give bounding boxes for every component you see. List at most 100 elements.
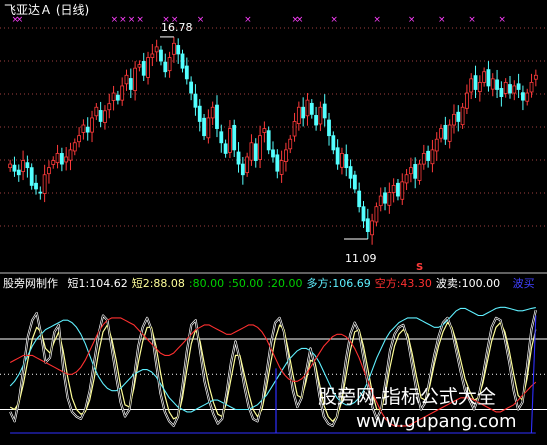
candle-body [55, 153, 60, 164]
candle-body [210, 106, 215, 119]
candle-body [352, 174, 357, 190]
signal-marker: × [468, 15, 476, 25]
legend-item: 多方:106.69 [306, 277, 371, 290]
candle-body [495, 79, 499, 90]
candle-body [443, 124, 448, 140]
candle-body [296, 106, 301, 124]
candle-body [361, 206, 366, 222]
candle-body [206, 117, 211, 139]
candle-body [305, 99, 310, 117]
candle-body [34, 182, 38, 190]
candle-body [202, 117, 206, 137]
candle-body [378, 195, 383, 207]
candle-body [258, 135, 262, 160]
candle-body [115, 94, 120, 101]
candle-body [387, 192, 392, 206]
signal-marker: × [111, 15, 119, 25]
candle-body [124, 74, 129, 85]
candle-body [374, 206, 379, 223]
signal-marker: × [296, 15, 304, 25]
candle-body [370, 220, 375, 236]
candle-body [490, 78, 495, 90]
signal-marker: × [197, 15, 205, 25]
candle-body [180, 53, 185, 69]
signal-marker: × [136, 15, 144, 25]
chart-canvas[interactable]: ×× × × × × × × × × ×× × × × × × × 16.78 11.09 S 股旁网-指标公… [0, 0, 547, 445]
candle-body [29, 167, 34, 186]
signal-marker: × [408, 15, 416, 25]
candle-body [59, 153, 64, 165]
candle-body [171, 42, 176, 55]
candle-body [16, 169, 21, 176]
candle-body [301, 106, 306, 119]
candle-body [322, 103, 327, 119]
candle-body [12, 164, 17, 172]
candle-body [499, 88, 504, 97]
low-label: 11.09 [345, 252, 377, 265]
candle-body [167, 57, 172, 72]
candle-body [21, 160, 25, 172]
candlestick-series [8, 36, 538, 245]
candle-body [236, 151, 241, 165]
candle-body [120, 85, 125, 101]
candle-body [482, 71, 487, 83]
candle-body [292, 121, 297, 137]
candle-body [163, 61, 168, 73]
candle-body [146, 57, 150, 78]
legend-item: :20.00 [267, 277, 303, 290]
candle-body [383, 192, 387, 204]
candle-body [314, 115, 318, 126]
candle-body [533, 74, 538, 80]
candle-body [465, 92, 469, 109]
candle-body [184, 65, 189, 80]
candle-body [340, 153, 344, 168]
candle-body [128, 78, 133, 90]
candle-body [288, 138, 293, 150]
watermark-line2: www.gupang.com [356, 411, 517, 432]
candle-body [275, 154, 280, 172]
candle-body [228, 128, 232, 153]
candle-body [331, 135, 336, 151]
candle-body [284, 149, 288, 163]
legend-extra: 波买 [512, 277, 535, 290]
candle-body [133, 67, 138, 91]
candle-body [176, 45, 181, 55]
candle-body [271, 149, 275, 158]
candle-body [25, 162, 30, 169]
legend-item: 短1:104.62 [67, 277, 128, 290]
candle-body [42, 174, 47, 194]
candle-body [107, 103, 112, 111]
candle-body [469, 78, 474, 93]
candle-body [98, 110, 103, 122]
candle-body [430, 149, 435, 165]
candle-body [111, 92, 116, 101]
candle-body [245, 156, 250, 174]
candle-body [68, 149, 73, 161]
candle-body [439, 128, 443, 139]
candle-body [249, 142, 254, 161]
candle-body [64, 156, 69, 163]
candle-body [193, 93, 198, 108]
candle-body [85, 126, 90, 133]
series-line-短1 [9, 309, 537, 427]
candle-body [400, 181, 405, 200]
candle-body [232, 124, 237, 151]
candle-body [309, 102, 314, 115]
candle-body [396, 182, 400, 197]
chart-title: 飞亚达Ａ (日线) [4, 3, 90, 17]
candle-body [223, 143, 228, 154]
candle-body [529, 81, 534, 93]
candle-body [426, 150, 431, 161]
candle-body [51, 160, 56, 165]
candle-body [434, 138, 439, 152]
candle-body [141, 61, 146, 76]
candle-body [404, 174, 409, 184]
candle-body [279, 160, 284, 175]
candle-body [477, 81, 482, 93]
candle-body [159, 49, 163, 62]
candle-body [137, 64, 142, 68]
candle-body [391, 185, 396, 193]
candle-body [344, 154, 349, 169]
candle-body [365, 218, 370, 232]
indicator-legend: 股旁网制作 短1:104.62 短2:88.08:80.00:50.00:20.0… [3, 275, 535, 290]
